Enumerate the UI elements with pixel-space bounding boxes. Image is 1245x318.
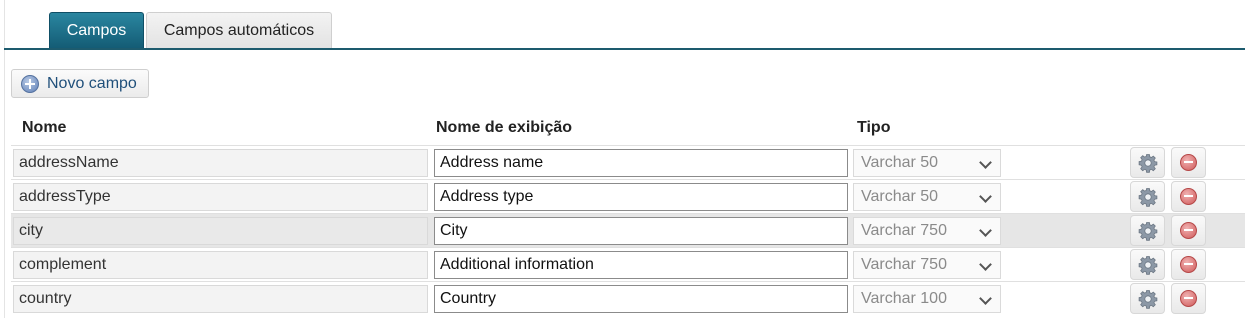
type-select[interactable]: Varchar 100 <box>853 285 1001 313</box>
row-divider <box>11 281 1245 282</box>
table-row: city City Varchar 750 <box>11 213 1245 247</box>
row-divider <box>11 179 1245 180</box>
gear-icon <box>1138 221 1158 241</box>
type-select-value: Varchar 100 <box>861 290 947 307</box>
type-select[interactable]: Varchar 50 <box>853 149 1001 177</box>
chevron-down-icon <box>979 224 992 237</box>
display-name-input[interactable]: City <box>434 217 848 245</box>
plus-circle-icon <box>21 74 39 93</box>
new-field-button[interactable]: Novo campo <box>11 69 149 98</box>
delete-field-button[interactable] <box>1171 283 1206 314</box>
chevron-down-icon <box>979 258 992 271</box>
field-name-input[interactable]: city <box>13 217 428 245</box>
tab-campos[interactable]: Campos <box>49 12 144 48</box>
display-name-input[interactable]: Address type <box>434 183 848 211</box>
row-divider <box>11 145 1245 146</box>
column-header-display-name: Nome de exibição <box>436 119 573 136</box>
minus-circle-icon <box>1180 256 1197 273</box>
minus-circle-icon <box>1180 154 1197 171</box>
gear-icon <box>1138 289 1158 309</box>
column-header-name: Nome <box>22 119 67 136</box>
delete-field-button[interactable] <box>1171 147 1206 178</box>
tab-divider <box>4 48 1245 50</box>
field-settings-button[interactable] <box>1130 215 1165 246</box>
delete-field-button[interactable] <box>1171 249 1206 280</box>
gear-icon <box>1138 255 1158 275</box>
display-name-input[interactable]: Additional information <box>434 251 848 279</box>
display-name-input[interactable]: Address name <box>434 149 848 177</box>
table-row: complement Additional information Varchar … <box>11 247 1245 281</box>
row-divider <box>11 213 1245 214</box>
field-settings-button[interactable] <box>1130 283 1165 314</box>
field-settings-button[interactable] <box>1130 147 1165 178</box>
table-row: country Country Varchar 100 <box>11 281 1245 315</box>
field-name-input[interactable]: addressType <box>13 183 428 211</box>
delete-field-button[interactable] <box>1171 181 1206 212</box>
minus-circle-icon <box>1180 188 1197 205</box>
gear-icon <box>1138 153 1158 173</box>
type-select[interactable]: Varchar 50 <box>853 183 1001 211</box>
type-select-value: Varchar 50 <box>861 154 939 171</box>
minus-circle-icon <box>1180 290 1197 307</box>
chevron-down-icon <box>979 156 992 169</box>
field-name-input[interactable]: complement <box>13 251 428 279</box>
chevron-down-icon <box>979 190 992 203</box>
tab-campos-automaticos[interactable]: Campos automáticos <box>146 12 332 48</box>
display-name-input[interactable]: Country <box>434 285 848 313</box>
field-name-input[interactable]: country <box>13 285 428 313</box>
table-row: addressType Address type Varchar 50 <box>11 179 1245 213</box>
table-row: addressName Address name Varchar 50 <box>11 145 1245 179</box>
type-select[interactable]: Varchar 750 <box>853 217 1001 245</box>
tab-bar: Campos Campos automáticos <box>49 12 332 49</box>
row-divider <box>11 247 1245 248</box>
type-select-value: Varchar 50 <box>861 188 939 205</box>
delete-field-button[interactable] <box>1171 215 1206 246</box>
gear-icon <box>1138 187 1158 207</box>
type-select-value: Varchar 750 <box>861 222 947 239</box>
field-name-input[interactable]: addressName <box>13 149 428 177</box>
type-select[interactable]: Varchar 750 <box>853 251 1001 279</box>
chevron-down-icon <box>979 292 992 305</box>
field-settings-button[interactable] <box>1130 249 1165 280</box>
field-settings-button[interactable] <box>1130 181 1165 212</box>
minus-circle-icon <box>1180 222 1197 239</box>
type-select-value: Varchar 750 <box>861 256 947 273</box>
new-field-label: Novo campo <box>47 74 137 92</box>
column-header-type: Tipo <box>857 119 891 136</box>
